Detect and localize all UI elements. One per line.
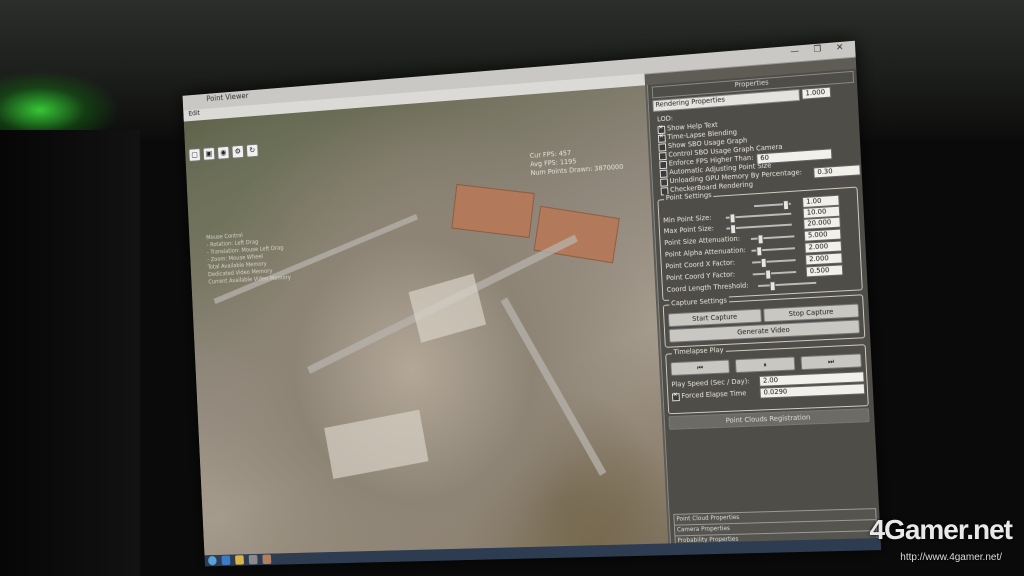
browser-icon[interactable]	[221, 555, 231, 566]
point-coord-x-track	[752, 259, 796, 264]
min-point-size-label: Min Point Size:	[663, 213, 712, 225]
projection-screen: Point Viewer — ❐ ✕ Edit ▢ ▣ ◉ ⚙ ↻ Cur FP…	[182, 40, 882, 567]
point-alpha-attenuation-field[interactable]: 2.000	[804, 240, 843, 254]
app-icon[interactable]	[248, 554, 258, 565]
forced-elapse-label: Forced Elapse Time	[681, 389, 747, 400]
play-speed-label: Play Speed (Sec / Day):	[671, 377, 750, 389]
point-alpha-attenuation-thumb[interactable]	[756, 246, 763, 257]
watermark-brand: 4Gamer.net	[869, 514, 1013, 545]
settings-icon[interactable]: ⚙	[231, 144, 245, 159]
coord-length-threshold-track	[758, 281, 817, 287]
pause-button[interactable]: ⏸	[734, 356, 796, 374]
point-size-attenuation-field[interactable]: 5.000	[803, 228, 842, 242]
construction-pad	[408, 273, 487, 343]
point-settings-group: Point Settings 1.00 Min Point Size: 10.0…	[657, 186, 863, 302]
time-lapse-checkbox[interactable]	[657, 134, 666, 143]
point-coord-y-label: Point Coord Y Factor:	[665, 270, 736, 283]
max-point-size-thumb[interactable]	[729, 224, 737, 235]
point-coord-y-thumb[interactable]	[765, 269, 772, 280]
point-coord-x-thumb[interactable]	[760, 257, 767, 269]
timelapse-play-group: Timelapse Play ⏮ ⏸ ⏭ Play Speed (Sec / D…	[665, 344, 869, 415]
building-roof	[451, 183, 535, 239]
point-slider-thumb[interactable]	[782, 199, 790, 211]
help-overlay: Mouse Control - Rotation: Left Drag - Tr…	[206, 229, 302, 287]
point-coord-y-field[interactable]: 0.500	[805, 264, 844, 278]
min-point-size-thumb[interactable]	[729, 213, 736, 224]
auto-point-size-checkbox[interactable]	[659, 169, 668, 178]
watermark-url: http://www.4gamer.net/	[900, 552, 1002, 563]
coord-length-threshold-thumb[interactable]	[769, 281, 776, 292]
window-title: Point Viewer	[206, 91, 249, 104]
point-alpha-attenuation-label: Point Alpha Attenuation:	[664, 246, 747, 259]
max-point-size-field[interactable]: 20.000	[803, 216, 841, 230]
menu-edit[interactable]: Edit	[183, 109, 205, 118]
save-icon[interactable]: ▣	[202, 146, 216, 161]
fps-stats: Cur FPS: 457 Avg FPS: 1195 Num Points Dr…	[530, 145, 624, 178]
capture-settings-group: Capture Settings Start Capture Stop Capt…	[662, 294, 866, 348]
max-point-size-label: Max Point Size:	[663, 224, 715, 236]
open-icon[interactable]: ▢	[188, 148, 201, 162]
sbo-camera-checkbox[interactable]	[658, 152, 667, 161]
viewer-toolbar: ▢ ▣ ◉ ⚙ ↻	[188, 143, 259, 162]
point-coord-x-field[interactable]: 2.000	[805, 252, 843, 266]
point-size-attenuation-thumb[interactable]	[757, 234, 764, 245]
construction-pad	[324, 409, 429, 479]
lod-label: LOD:	[656, 114, 674, 124]
unloading-gpu-field[interactable]: 0.30	[813, 164, 861, 179]
prev-frame-button[interactable]: ⏮	[670, 359, 730, 376]
sbo-graph-checkbox[interactable]	[658, 143, 667, 152]
point-coord-y-track	[752, 271, 797, 276]
curtain	[0, 130, 140, 576]
site-road	[500, 297, 607, 476]
forced-elapse-checkbox[interactable]	[671, 393, 680, 402]
window-controls[interactable]: — ❐ ✕	[790, 42, 849, 57]
max-point-size-track	[726, 223, 792, 230]
rendering-value-field[interactable]: 1.000	[801, 86, 832, 100]
unloading-gpu-checkbox[interactable]	[660, 178, 669, 187]
timelapse-title: Timelapse Play	[671, 345, 726, 357]
refresh-icon[interactable]: ↻	[246, 143, 259, 158]
folder-icon[interactable]	[235, 555, 245, 565]
point-size-attenuation-label: Point Size Attenuation:	[664, 234, 741, 248]
next-frame-button[interactable]: ⏭	[800, 353, 862, 371]
coord-length-threshold-label: Coord Length Threshold:	[666, 281, 749, 294]
point-cloud-viewport[interactable]: ▢ ▣ ◉ ⚙ ↻ Cur FPS: 457 Avg FPS: 1195 Num…	[183, 85, 669, 567]
properties-panel: Properties Rendering Properties 1.000 LO…	[646, 68, 882, 558]
camera-icon[interactable]: ◉	[217, 145, 230, 160]
app-icon[interactable]	[262, 554, 272, 565]
point-coord-x-label: Point Coord X Factor:	[665, 258, 736, 271]
min-point-size-track	[725, 212, 792, 219]
start-orb-icon[interactable]	[207, 555, 217, 566]
enforce-fps-checkbox[interactable]	[659, 160, 668, 170]
